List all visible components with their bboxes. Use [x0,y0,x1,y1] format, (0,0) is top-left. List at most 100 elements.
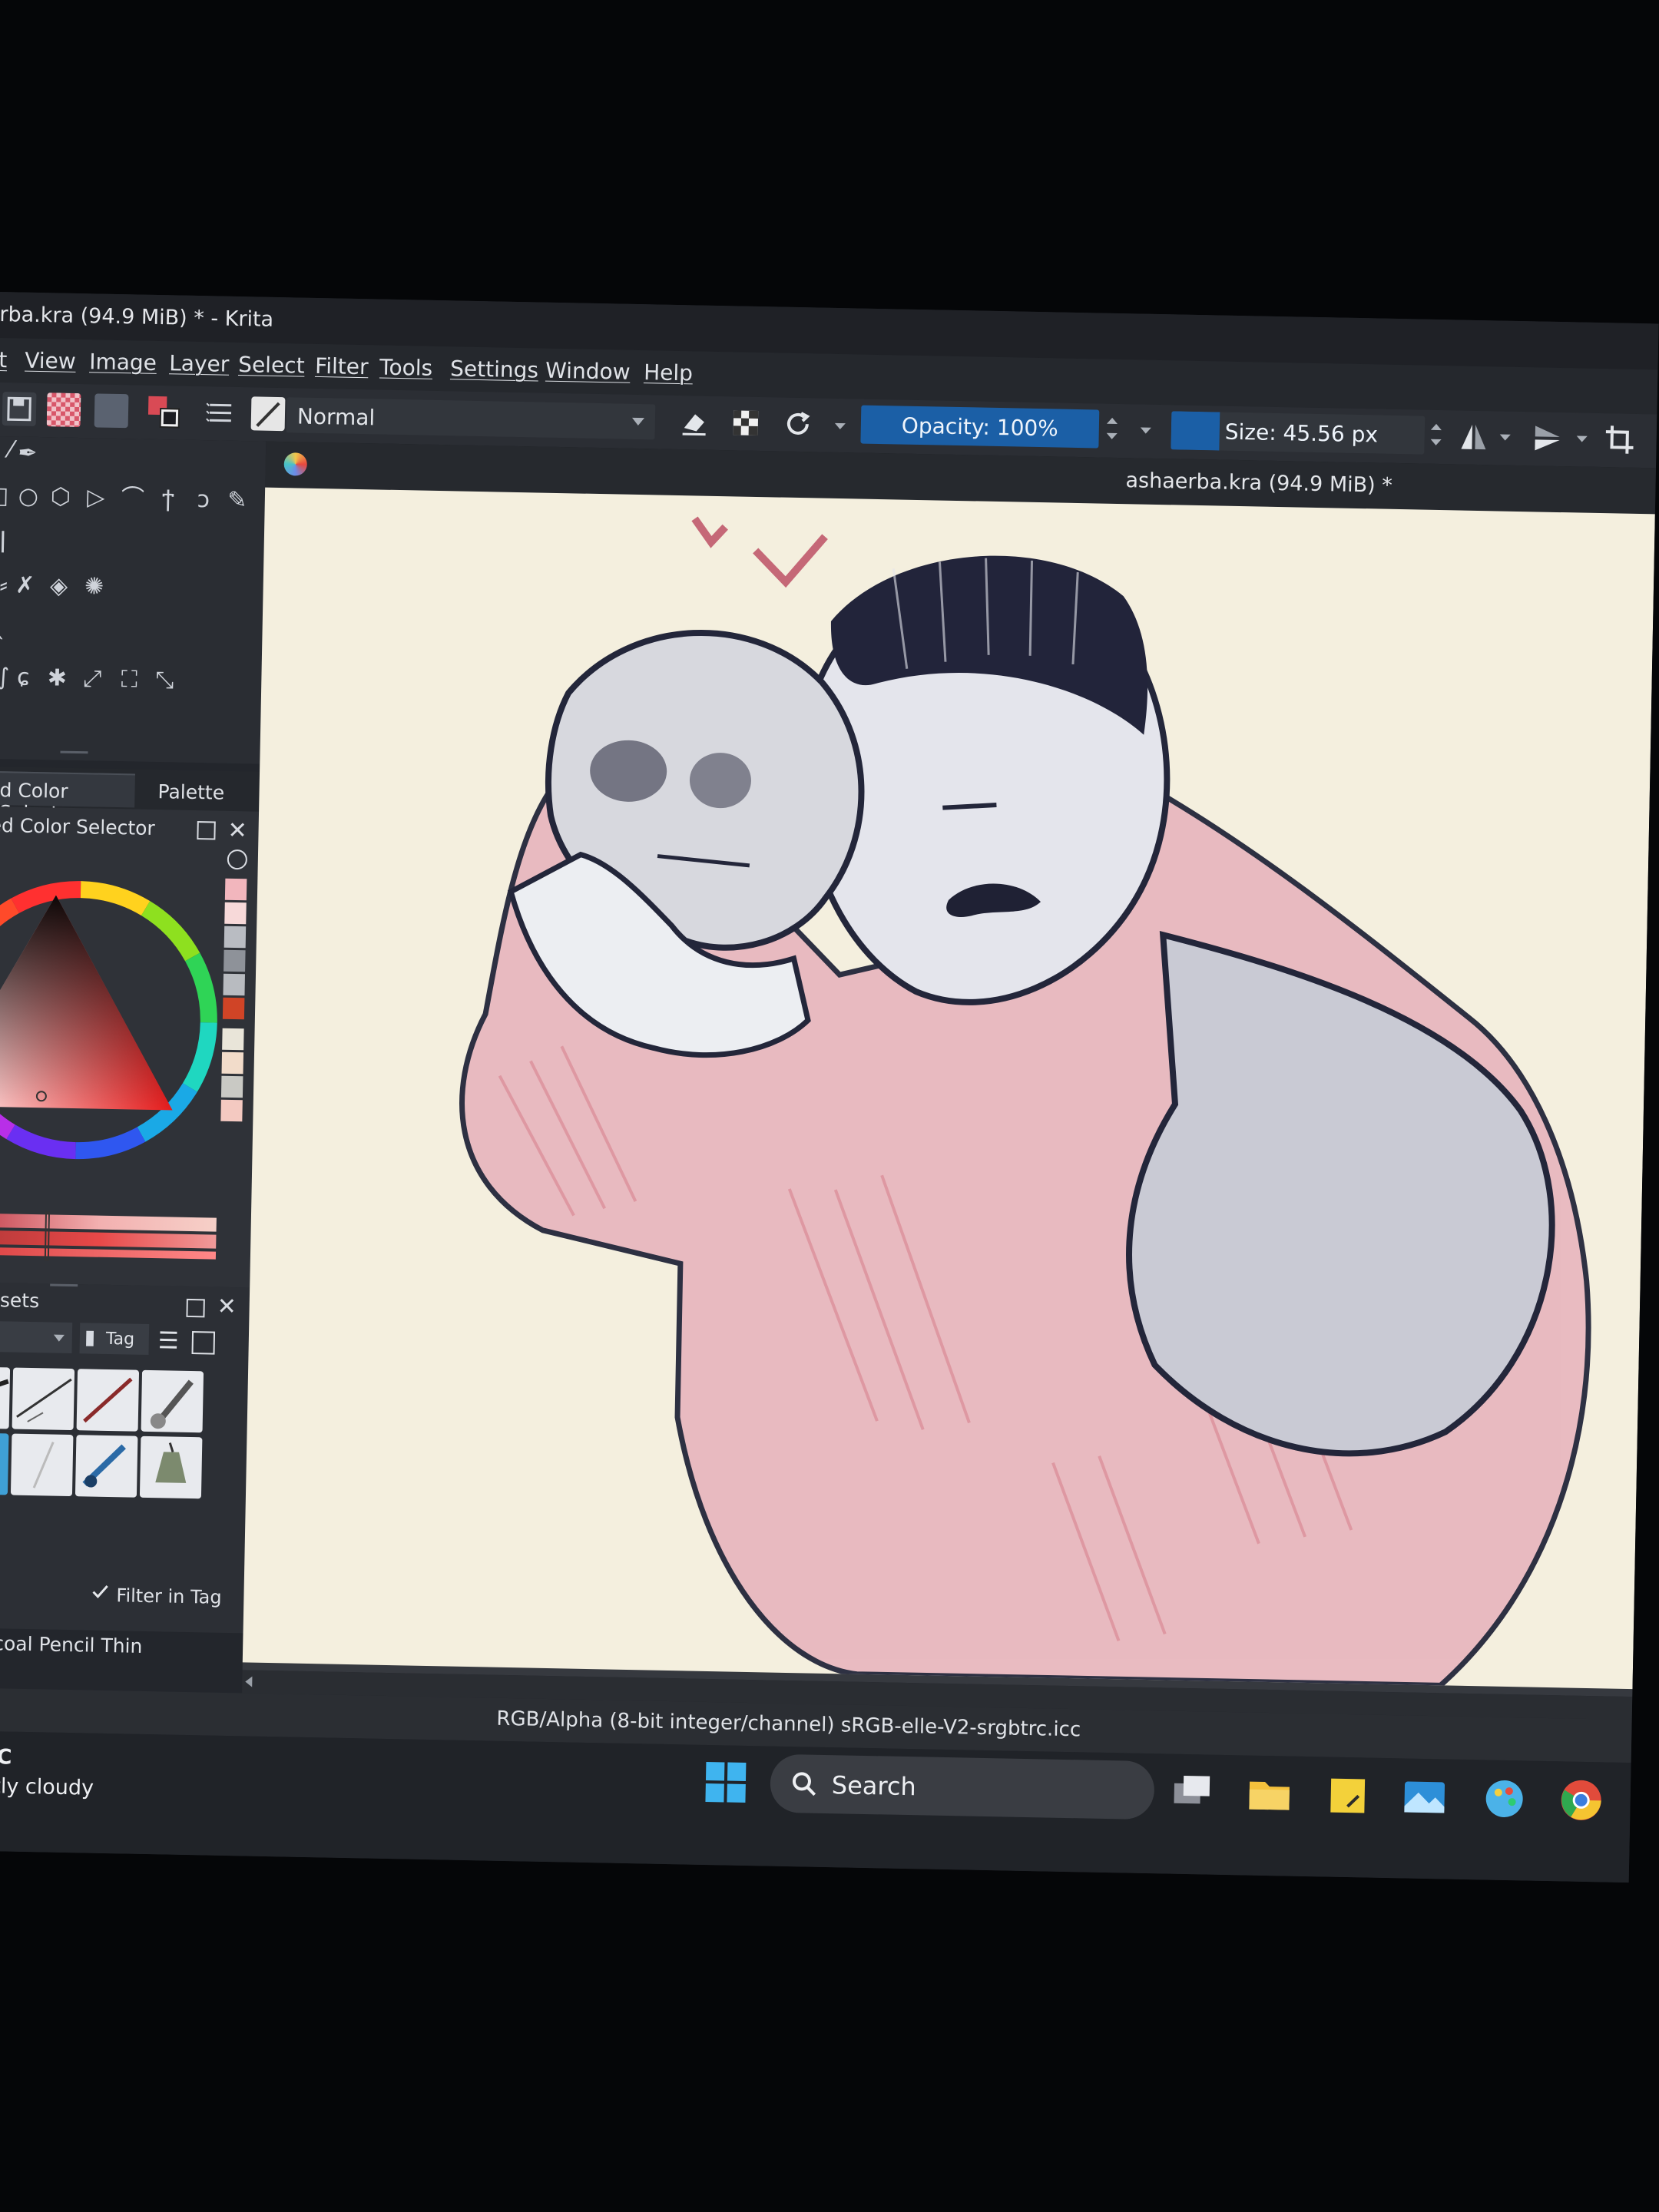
color-swatch[interactable] [220,1099,243,1122]
fill-tool-icon[interactable]: ◈ [45,572,73,601]
brush-preset-thumb[interactable] [0,1432,9,1495]
dynamic-brush-icon[interactable]: ɔ [190,486,218,515]
tab-color-selector[interactable]: d Color Selector [0,770,135,825]
hue-slider[interactable] [0,1213,217,1232]
chevron-down-icon[interactable] [1499,434,1511,441]
menu-help[interactable]: Help [644,359,693,386]
paint-icon[interactable] [1481,1775,1528,1822]
menu-settings[interactable]: Settings [450,356,538,382]
tag-select[interactable]: ▮ Tag [79,1323,150,1355]
pen-tool-icon[interactable]: ✒ [14,439,42,468]
reload-preset-icon[interactable] [780,407,815,442]
crop-icon[interactable] [1602,422,1637,457]
color-swatch[interactable] [222,997,245,1020]
color-swatch[interactable] [224,926,247,949]
pattern-icon[interactable] [94,393,129,429]
sticky-notes-icon[interactable] [1324,1772,1371,1819]
mirror-horizontal-icon[interactable] [1456,419,1491,454]
brush-preset-thumb[interactable] [139,1435,203,1499]
contiguous-select-icon[interactable]: ⛶ [115,666,144,694]
menu-select[interactable]: Select [238,352,305,379]
blend-mode-select[interactable]: Normal [286,397,656,440]
saturation-slider[interactable] [0,1230,217,1249]
colorize-mask-icon[interactable]: ✗ [11,571,39,600]
file-explorer-icon[interactable] [1246,1771,1293,1818]
text-tool-icon[interactable]: ǀ [0,527,17,555]
windows-start-icon[interactable] [705,1762,747,1803]
canvas-paper[interactable] [242,487,1655,1690]
task-view-icon[interactable] [1169,1770,1216,1816]
gradient-pattern-icon[interactable] [46,392,81,428]
path-select-icon[interactable]: ⤢ [78,665,107,694]
color-swatch[interactable] [224,878,247,901]
menu-view[interactable]: View [25,348,76,374]
taskbar-search[interactable]: Search [770,1753,1155,1820]
menu-image[interactable]: Image [89,349,157,376]
brush-preset-thumb[interactable] [76,1369,140,1432]
float-docker-icon[interactable] [197,821,216,840]
chevron-down-icon[interactable] [1140,427,1151,434]
close-icon[interactable]: ✕ [217,1293,237,1320]
color-swatch[interactable] [220,1075,243,1098]
opacity-down-icon[interactable] [1106,432,1118,439]
brush-preset-thumb[interactable] [141,1369,204,1433]
chevron-down-icon[interactable] [834,422,846,430]
color-swatch[interactable] [224,902,247,925]
color-sliders[interactable] [0,1211,217,1264]
alpha-lock-icon[interactable] [728,406,763,440]
magic-wand-icon[interactable]: ✱ [43,664,71,693]
assistant-tool-icon[interactable]: ˎ [0,613,15,641]
menu-edit[interactable]: t [0,347,8,373]
splitter-handle[interactable] [50,1283,78,1287]
color-swatch[interactable] [221,1051,244,1075]
menu-tools[interactable]: Tools [379,355,433,381]
close-icon[interactable]: ✕ [227,817,247,844]
color-sampler-icon[interactable]: ✺ [80,573,108,601]
similar-select-icon[interactable]: ⤡ [151,667,179,695]
chrome-icon[interactable] [1558,1777,1604,1823]
save-icon[interactable] [2,392,37,426]
size-down-icon[interactable] [1430,439,1442,446]
bezier-tool-icon[interactable]: ⌒ [119,485,147,513]
mirror-vertical-icon[interactable] [1530,421,1565,455]
brush-size-slider[interactable]: Size: 45.56 px [1171,411,1426,455]
opacity-slider[interactable]: Opacity: 100% [860,405,1100,449]
clear-history-icon[interactable] [227,849,248,870]
chevron-down-icon[interactable] [1576,435,1588,442]
brush-preset-thumb[interactable] [0,1366,11,1429]
lasso-select-icon[interactable]: ɕ [9,664,38,692]
menu-layer[interactable]: Layer [169,350,230,376]
brush-preset-thumb[interactable] [12,1367,75,1431]
menu-window[interactable]: Window [545,358,631,385]
brush-preset-thumb[interactable] [10,1433,74,1497]
freehand-path-icon[interactable]: ϯ [154,485,183,514]
slider-handle[interactable] [44,1211,51,1261]
menu-filter[interactable]: Filter [315,353,369,379]
view-mode-icon[interactable] [191,1331,216,1355]
float-docker-icon[interactable] [186,1298,205,1318]
brush-settings-icon[interactable] [204,396,238,430]
color-swatch[interactable] [222,1028,244,1051]
list-view-icon[interactable]: ☰ [157,1327,179,1355]
document-tab[interactable]: ashaerba.kra (94.9 MiB) * [1125,469,1392,498]
multibrush-icon[interactable]: ✎ [223,487,251,515]
size-up-icon[interactable] [1430,423,1442,431]
eraser-icon[interactable] [677,405,712,439]
value-slider[interactable] [0,1247,217,1260]
checkmark-icon[interactable] [90,1581,110,1601]
brush-preset-thumb[interactable] [75,1435,138,1498]
tab-palette[interactable]: Palette [148,774,233,810]
photos-icon[interactable] [1401,1773,1448,1820]
polyline-tool-icon[interactable]: ▷ [82,484,111,512]
polygon-tool-icon[interactable]: ⬡ [47,483,75,512]
canvas-area[interactable] [242,487,1655,1697]
brush-preset-icon[interactable] [250,396,286,432]
opacity-up-icon[interactable] [1106,417,1118,424]
preset-filter-select[interactable] [0,1320,73,1354]
ellipse-tool-icon[interactable]: ○ [15,482,43,511]
splitter-handle[interactable] [60,750,88,754]
fg-bg-colors-icon[interactable] [147,395,181,429]
scroll-left-icon[interactable] [245,1676,253,1687]
color-swatch[interactable] [224,949,246,972]
color-wheel[interactable] [0,863,235,1177]
